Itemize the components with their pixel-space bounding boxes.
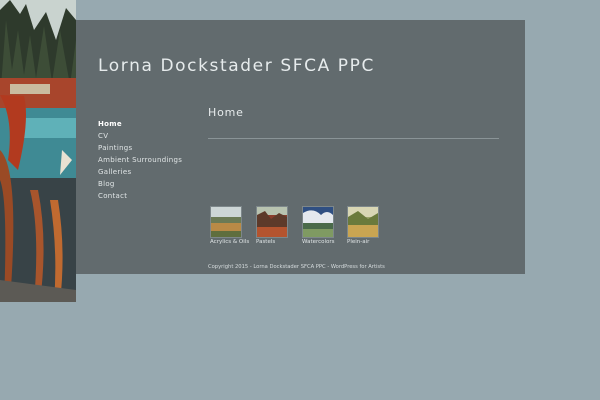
gallery-thumb-plein-air[interactable]: Plein-air: [347, 206, 387, 245]
gallery-thumb-acrylics-oils[interactable]: Acrylics & Oils: [210, 206, 250, 245]
main-panel: Lorna Dockstader SFCA PPC Home CV Painti…: [76, 20, 525, 274]
nav-item-home[interactable]: Home: [98, 118, 182, 130]
nav-item-blog[interactable]: Blog: [98, 178, 182, 190]
nav-item-paintings[interactable]: Paintings: [98, 142, 182, 154]
gallery-caption[interactable]: Plein-air: [347, 239, 387, 245]
main-navigation: Home CV Paintings Ambient Surroundings G…: [98, 118, 182, 202]
gallery-caption[interactable]: Acrylics & Oils: [210, 239, 250, 245]
heading-divider: [208, 138, 499, 139]
thumbnail-image[interactable]: [256, 206, 288, 238]
side-painting-image: [0, 0, 76, 302]
thumbnail-image[interactable]: [302, 206, 334, 238]
nav-item-galleries[interactable]: Galleries: [98, 166, 182, 178]
footer-copyright: Copyright 2015 - Lorna Dockstader SFCA P…: [208, 264, 385, 270]
thumbnail-image[interactable]: [347, 206, 379, 238]
gallery-thumbnails: Acrylics & Oils Pastels Watercolors Plei…: [210, 206, 470, 246]
nav-item-contact[interactable]: Contact: [98, 190, 182, 202]
gallery-thumb-watercolors[interactable]: Watercolors: [302, 206, 342, 245]
gallery-caption[interactable]: Pastels: [256, 239, 296, 245]
page-heading: Home: [208, 106, 244, 119]
gallery-caption[interactable]: Watercolors: [302, 239, 342, 245]
thumbnail-image[interactable]: [210, 206, 242, 238]
site-title[interactable]: Lorna Dockstader SFCA PPC: [98, 56, 375, 76]
nav-item-ambient-surroundings[interactable]: Ambient Surroundings: [98, 154, 182, 166]
nav-item-cv[interactable]: CV: [98, 130, 182, 142]
gallery-thumb-pastels[interactable]: Pastels: [256, 206, 296, 245]
